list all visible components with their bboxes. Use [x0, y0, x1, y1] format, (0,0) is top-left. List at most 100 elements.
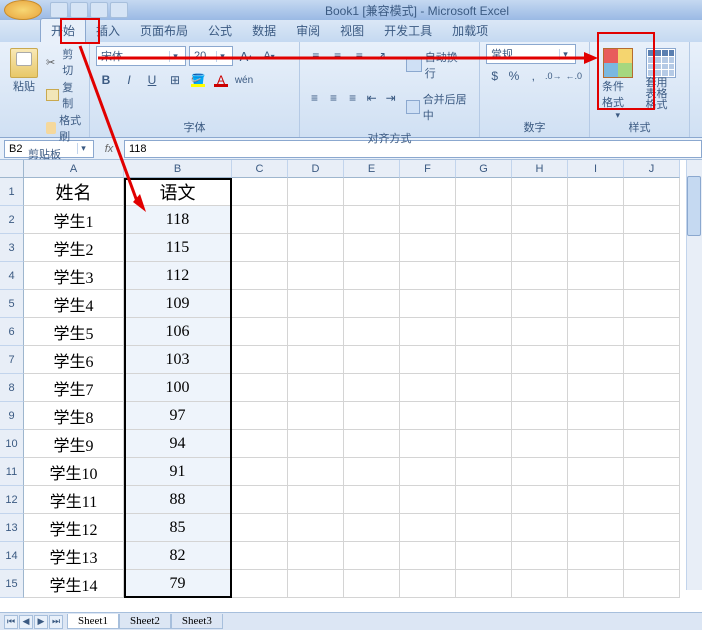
cell[interactable]: 85 — [124, 514, 232, 542]
cell[interactable] — [512, 486, 568, 514]
tab-review[interactable]: 审阅 — [286, 19, 330, 42]
cell[interactable] — [232, 234, 288, 262]
cell[interactable]: 学生9 — [24, 430, 124, 458]
cell[interactable] — [400, 318, 456, 346]
row-header[interactable]: 13 — [0, 514, 24, 542]
cell[interactable] — [456, 430, 512, 458]
cell[interactable] — [456, 206, 512, 234]
number-format-combo[interactable]: 常规▾ — [486, 44, 576, 64]
column-header[interactable]: E — [344, 160, 400, 178]
tab-pagelayout[interactable]: 页面布局 — [130, 19, 198, 42]
cell[interactable] — [568, 458, 624, 486]
cell[interactable]: 112 — [124, 262, 232, 290]
tab-formulas[interactable]: 公式 — [198, 19, 242, 42]
cell[interactable] — [624, 206, 680, 234]
cell[interactable] — [512, 318, 568, 346]
sheet-nav-prev[interactable]: ◀ — [19, 615, 33, 629]
cell[interactable] — [512, 430, 568, 458]
cell[interactable] — [624, 178, 680, 206]
cell[interactable] — [288, 206, 344, 234]
cell[interactable] — [624, 290, 680, 318]
cell[interactable] — [512, 206, 568, 234]
cell[interactable] — [344, 178, 400, 206]
office-button[interactable] — [4, 0, 42, 20]
column-header[interactable]: F — [400, 160, 456, 178]
cell[interactable]: 学生3 — [24, 262, 124, 290]
cell[interactable] — [232, 458, 288, 486]
column-header[interactable]: J — [624, 160, 680, 178]
row-header[interactable]: 15 — [0, 570, 24, 598]
cell[interactable]: 91 — [124, 458, 232, 486]
row-header[interactable]: 11 — [0, 458, 24, 486]
cell[interactable]: 82 — [124, 542, 232, 570]
cell[interactable] — [512, 402, 568, 430]
column-header[interactable]: C — [232, 160, 288, 178]
cell[interactable] — [400, 514, 456, 542]
column-header[interactable]: D — [288, 160, 344, 178]
cell[interactable] — [344, 430, 400, 458]
tab-view[interactable]: 视图 — [330, 19, 374, 42]
font-color-button[interactable]: A — [211, 70, 231, 90]
row-header[interactable]: 10 — [0, 430, 24, 458]
align-bottom-button[interactable]: ≡ — [350, 46, 370, 66]
cell[interactable] — [456, 374, 512, 402]
cell[interactable] — [568, 234, 624, 262]
cell[interactable]: 100 — [124, 374, 232, 402]
qat-undo-icon[interactable] — [70, 2, 88, 18]
cell[interactable] — [512, 514, 568, 542]
cell[interactable] — [456, 234, 512, 262]
sheet-nav-first[interactable]: ⏮ — [4, 615, 18, 629]
worksheet-grid[interactable]: 123456789101112131415 ABCDEFGHIJ 姓名语文学生1… — [0, 160, 702, 612]
cell[interactable] — [624, 374, 680, 402]
cell[interactable] — [232, 346, 288, 374]
bold-button[interactable]: B — [96, 70, 116, 90]
cell[interactable] — [456, 486, 512, 514]
cell[interactable] — [400, 430, 456, 458]
decrease-decimal-button[interactable]: ←.0 — [565, 66, 584, 86]
cell[interactable]: 79 — [124, 570, 232, 598]
cell[interactable]: 学生1 — [24, 206, 124, 234]
tab-addins[interactable]: 加载项 — [442, 19, 498, 42]
cell[interactable] — [288, 570, 344, 598]
cell[interactable] — [568, 374, 624, 402]
format-painter-button[interactable]: 格式刷 — [46, 112, 83, 144]
comma-button[interactable]: , — [525, 66, 542, 86]
cell[interactable] — [456, 346, 512, 374]
qat-save-icon[interactable] — [50, 2, 68, 18]
cell[interactable] — [512, 570, 568, 598]
cell[interactable] — [344, 514, 400, 542]
cell[interactable]: 115 — [124, 234, 232, 262]
cell[interactable] — [568, 570, 624, 598]
cell[interactable]: 97 — [124, 402, 232, 430]
cell[interactable] — [344, 402, 400, 430]
cell[interactable] — [512, 458, 568, 486]
grow-font-button[interactable]: A▴ — [236, 46, 256, 66]
cell[interactable] — [232, 318, 288, 346]
row-header[interactable]: 12 — [0, 486, 24, 514]
column-header[interactable]: B — [124, 160, 232, 178]
cell[interactable] — [400, 346, 456, 374]
cell[interactable]: 109 — [124, 290, 232, 318]
qat-print-icon[interactable] — [110, 2, 128, 18]
cell[interactable] — [512, 178, 568, 206]
cell[interactable] — [456, 542, 512, 570]
increase-indent-button[interactable]: ⇥ — [382, 88, 399, 108]
align-top-button[interactable]: ≡ — [306, 46, 326, 66]
cut-button[interactable]: ✂剪切 — [46, 46, 83, 78]
sheet-nav-next[interactable]: ▶ — [34, 615, 48, 629]
cell[interactable]: 学生11 — [24, 486, 124, 514]
cell[interactable] — [456, 514, 512, 542]
cell[interactable] — [344, 374, 400, 402]
cell[interactable] — [344, 458, 400, 486]
cell[interactable] — [624, 402, 680, 430]
align-right-button[interactable]: ≡ — [344, 88, 361, 108]
cell[interactable]: 姓名 — [24, 178, 124, 206]
cell[interactable] — [232, 430, 288, 458]
qat-redo-icon[interactable] — [90, 2, 108, 18]
cell[interactable] — [288, 234, 344, 262]
cell[interactable] — [624, 514, 680, 542]
cell[interactable]: 学生7 — [24, 374, 124, 402]
cell[interactable] — [344, 346, 400, 374]
wrap-text-button[interactable]: 自动换行 — [401, 46, 473, 84]
font-name-combo[interactable]: 宋体▾ — [96, 46, 186, 66]
